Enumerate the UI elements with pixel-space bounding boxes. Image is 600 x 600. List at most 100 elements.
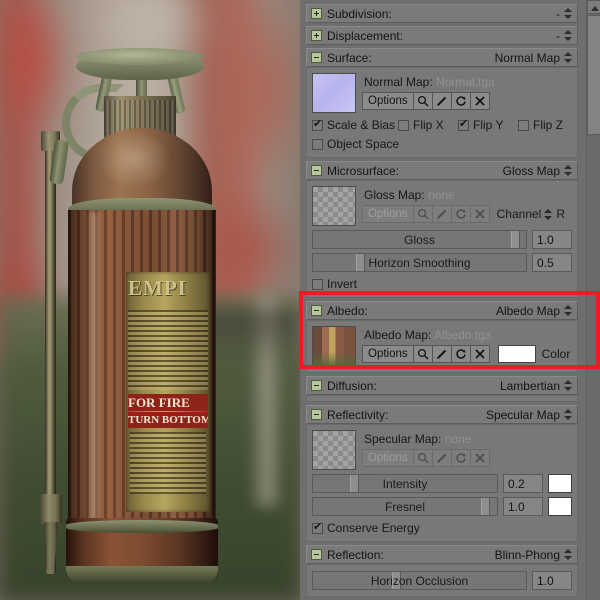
spinner-icon-microsurface[interactable] <box>564 164 573 177</box>
slider-gloss[interactable]: Gloss <box>312 230 527 249</box>
label-fine-print-bottom <box>130 432 206 494</box>
search-icon-normal[interactable] <box>412 92 433 110</box>
reload-icon-specular <box>450 449 471 467</box>
body-albedo: Albedo Map: Albedo.tga Options Color <box>306 320 578 373</box>
thumbnail-specular-map[interactable] <box>312 430 356 470</box>
collapse-icon-diffusion[interactable] <box>311 380 322 391</box>
thumbnail-gloss-map[interactable] <box>312 186 356 226</box>
spinner-icon-diffusion[interactable] <box>564 379 573 392</box>
checkbox-box-flip-x[interactable] <box>398 119 409 131</box>
header-reflectivity[interactable]: Reflectivity: Specular Map <box>306 405 578 424</box>
header-reflection[interactable]: Reflection: Blinn-Phong <box>306 545 578 564</box>
options-button-normal[interactable]: Options <box>362 92 414 110</box>
map-info-specular: Specular Map: none Options <box>362 430 572 470</box>
scroll-up-arrow-icon[interactable] <box>587 0 600 14</box>
value-microsurface: Gloss Map <box>502 163 560 178</box>
pencil-icon-albedo[interactable] <box>431 345 452 363</box>
map-row-gloss: Gloss Map: none Options Channel R <box>312 186 572 226</box>
label-microsurface: Microsurface: <box>327 163 400 178</box>
checkbox-label-flip-x: Flip X <box>413 118 444 132</box>
pencil-icon-specular <box>431 449 452 467</box>
slider-fresnel[interactable]: Fresnel <box>312 497 498 516</box>
thumbnail-albedo-map[interactable] <box>312 326 356 366</box>
collapse-icon-microsurface[interactable] <box>311 165 322 176</box>
slider-horizon-occlusion[interactable]: Horizon Occlusion <box>312 571 527 590</box>
3d-render-viewport[interactable]: EMPI FOR FIRE TURN BOTTOM UP <box>0 0 300 600</box>
channel-label: Channel <box>496 207 542 221</box>
collapse-icon-surface[interactable] <box>311 52 322 63</box>
expand-icon-displacement[interactable] <box>311 30 322 41</box>
color-swatch-albedo[interactable] <box>497 345 536 363</box>
spinner-icon-surface[interactable] <box>564 51 573 64</box>
pencil-icon-normal[interactable] <box>431 92 452 110</box>
slider-intensity[interactable]: Intensity <box>312 474 498 493</box>
thumbnail-normal-map[interactable] <box>312 73 356 113</box>
value-gloss[interactable]: 1.0 <box>532 230 572 249</box>
close-icon-gloss <box>469 205 490 223</box>
collapse-icon-albedo[interactable] <box>311 305 322 316</box>
slider-handle-gloss[interactable] <box>510 231 520 248</box>
checkbox-box-conserve-energy[interactable] <box>312 521 323 534</box>
options-button-albedo[interactable]: Options <box>362 345 414 363</box>
header-subdivision[interactable]: Subdivision: - <box>306 4 578 23</box>
spinner-icon-displacement[interactable] <box>564 29 573 42</box>
checkbox-invert[interactable]: Invert <box>312 277 357 291</box>
value-horizon-occlusion[interactable]: 1.0 <box>532 571 572 590</box>
checkbox-flip-z[interactable]: Flip Z <box>518 118 563 132</box>
label-reflectivity: Reflectivity: <box>327 407 389 422</box>
checkbox-label-invert: Invert <box>327 277 358 291</box>
slider-label-horizon-smoothing: Horizon Smoothing <box>368 255 471 270</box>
collapse-icon-reflectivity[interactable] <box>311 409 322 420</box>
header-albedo[interactable]: Albedo: Albedo Map <box>306 301 578 320</box>
checkbox-flip-y[interactable]: Flip Y <box>458 118 518 132</box>
checkbox-box-flip-z[interactable] <box>518 119 529 131</box>
header-surface[interactable]: Surface: Normal Map <box>306 48 578 67</box>
close-icon-albedo[interactable] <box>469 345 490 363</box>
checkbox-scale-bias[interactable]: Scale & Bias <box>312 118 398 132</box>
collapse-icon-reflection[interactable] <box>311 549 322 560</box>
value-horizon-smoothing[interactable]: 0.5 <box>532 253 572 272</box>
group-reflectivity: Reflectivity: Specular Map Specular Map:… <box>306 405 596 542</box>
header-microsurface[interactable]: Microsurface: Gloss Map <box>306 161 578 180</box>
slider-handle-intensity[interactable] <box>349 475 359 492</box>
checkbox-box-object-space[interactable] <box>312 138 323 150</box>
checkbox-flip-x[interactable]: Flip X <box>398 118 458 132</box>
checkbox-label-object-space: Object Space <box>327 137 400 151</box>
label-surface: Surface: <box>327 50 372 65</box>
checkbox-box-flip-y[interactable] <box>458 118 469 131</box>
spinner-icon-channel[interactable] <box>544 208 553 221</box>
header-diffusion[interactable]: Diffusion: Lambertian <box>306 376 578 395</box>
panel-scrollbar[interactable] <box>586 0 600 600</box>
checkbox-box-invert[interactable] <box>312 278 323 290</box>
checkbox-box-scale-bias[interactable] <box>312 118 323 131</box>
close-icon-normal[interactable] <box>469 92 490 110</box>
channel-selector[interactable]: Channel R <box>497 207 565 221</box>
header-displacement[interactable]: Displacement: - <box>306 26 578 45</box>
label-displacement: Displacement: <box>327 28 404 43</box>
spinner-icon-reflection[interactable] <box>564 548 573 561</box>
value-intensity[interactable]: 0.2 <box>503 474 543 493</box>
expand-icon-subdivision[interactable] <box>311 8 322 19</box>
reload-icon-normal[interactable] <box>450 92 471 110</box>
checkbox-object-space[interactable]: Object Space <box>312 137 399 151</box>
body-microsurface: Gloss Map: none Options Channel R Gloss … <box>306 180 578 298</box>
checkbox-conserve-energy[interactable]: Conserve Energy <box>312 521 420 535</box>
map-row-normal: Normal Map: Normal.tga Options <box>312 73 572 113</box>
group-albedo: Albedo: Albedo Map Albedo Map: Albedo.tg… <box>306 301 596 373</box>
scrollbar-thumb[interactable] <box>587 15 600 135</box>
spinner-icon-reflectivity[interactable] <box>564 408 573 421</box>
slider-handle-fresnel[interactable] <box>480 498 490 515</box>
value-fresnel[interactable]: 1.0 <box>503 497 543 516</box>
slider-handle-horizon-smoothing[interactable] <box>355 254 365 271</box>
color-swatch-intensity[interactable] <box>548 474 572 493</box>
spinner-icon-albedo[interactable] <box>564 304 573 317</box>
label-albedo-map: Albedo Map: Albedo.tga <box>364 328 572 342</box>
extinguisher-cap-ring-top <box>76 48 204 65</box>
color-swatch-fresnel[interactable] <box>548 497 572 516</box>
label-red-banner-2: TURN BOTTOM UP <box>128 412 208 428</box>
reload-icon-albedo[interactable] <box>450 345 471 363</box>
spinner-icon-subdivision[interactable] <box>564 7 573 20</box>
slider-horizon-smoothing[interactable]: Horizon Smoothing <box>312 253 527 272</box>
button-row-gloss: Options Channel R <box>362 205 572 223</box>
search-icon-albedo[interactable] <box>412 345 433 363</box>
